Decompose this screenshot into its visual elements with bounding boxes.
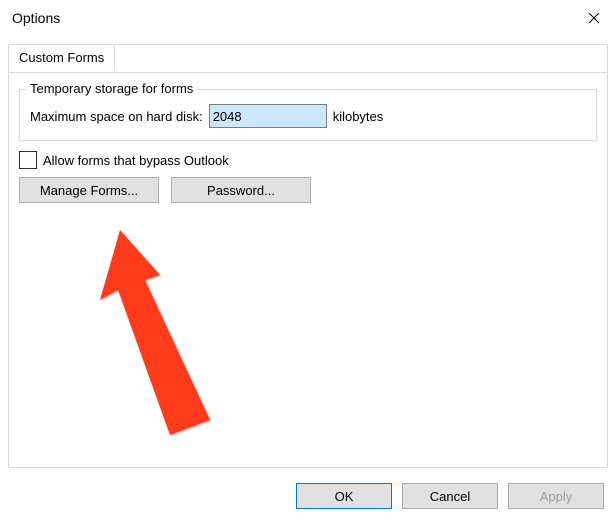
maxspace-row: Maximum space on hard disk: kilobytes xyxy=(30,104,586,128)
title-bar: Options xyxy=(0,0,616,36)
cancel-label: Cancel xyxy=(430,489,470,504)
apply-button[interactable]: Apply xyxy=(508,483,604,509)
password-button[interactable]: Password... xyxy=(171,177,311,203)
manage-forms-button[interactable]: Manage Forms... xyxy=(19,177,159,203)
group-temp-storage: Temporary storage for forms Maximum spac… xyxy=(19,89,597,141)
manage-forms-label: Manage Forms... xyxy=(40,183,138,198)
maxspace-unit: kilobytes xyxy=(333,109,384,124)
window-title: Options xyxy=(12,0,60,36)
cancel-button[interactable]: Cancel xyxy=(402,483,498,509)
dialog-footer: OK Cancel Apply xyxy=(0,472,616,520)
group-title: Temporary storage for forms xyxy=(26,81,197,96)
tab-body: Temporary storage for forms Maximum spac… xyxy=(17,53,599,203)
allow-bypass-checkbox[interactable] xyxy=(19,151,37,169)
apply-label: Apply xyxy=(540,489,573,504)
tab-label: Custom Forms xyxy=(19,50,104,65)
ok-button[interactable]: OK xyxy=(296,483,392,509)
tab-strip: Custom Forms xyxy=(8,44,608,73)
forms-button-row: Manage Forms... Password... xyxy=(19,177,599,203)
ok-label: OK xyxy=(335,489,354,504)
allow-bypass-row[interactable]: Allow forms that bypass Outlook xyxy=(19,151,599,169)
close-button[interactable] xyxy=(572,0,616,36)
maxspace-label: Maximum space on hard disk: xyxy=(30,109,203,124)
allow-bypass-label: Allow forms that bypass Outlook xyxy=(43,153,229,168)
tab-custom-forms[interactable]: Custom Forms xyxy=(8,44,115,70)
close-icon xyxy=(588,12,600,24)
password-label: Password... xyxy=(207,183,275,198)
options-panel: Custom Forms Temporary storage for forms… xyxy=(8,44,608,468)
maxspace-input[interactable] xyxy=(209,104,327,128)
